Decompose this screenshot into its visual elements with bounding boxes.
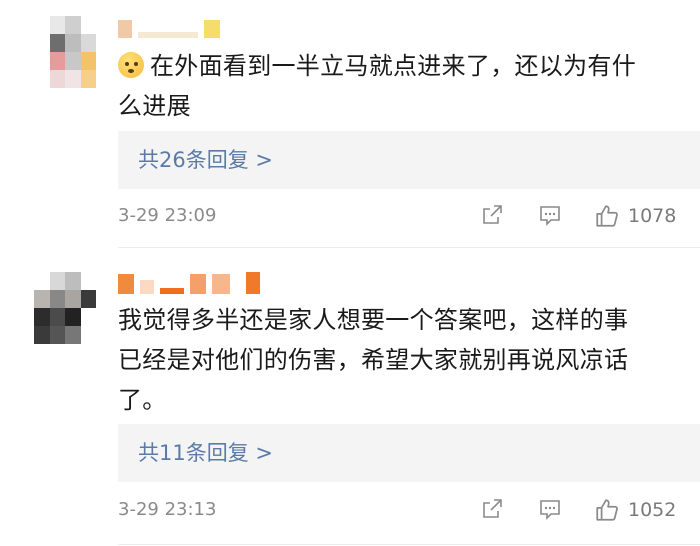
comment-icon [540, 500, 560, 520]
comment-item: 在外面看到一半立马就点进来了，还以为有什 么进展 共26条回复 > 3-29 2… [0, 0, 700, 248]
divider [118, 544, 700, 545]
thumbs-up-icon [596, 499, 618, 521]
comment-footer: 3-29 23:13 1052 [118, 497, 700, 527]
timestamp: 3-29 23:09 [118, 205, 217, 226]
comment-text-line: 我觉得多半还是家人想要一个答案吧，这样的事 [118, 306, 629, 334]
username-blurred[interactable] [118, 270, 260, 294]
comment-item: 我觉得多半还是家人想要一个答案吧，这样的事 已经是对他们的伤害，希望大家就别再说… [0, 248, 700, 546]
comment-text-line: 已经是对他们的伤害，希望大家就别再说风凉话 [118, 346, 629, 374]
comment-icon [540, 206, 560, 226]
comment-text: 我觉得多半还是家人想要一个答案吧，这样的事 已经是对他们的伤害，希望大家就别再说… [118, 300, 688, 420]
comment-button[interactable] [538, 497, 562, 521]
comment-button[interactable] [538, 203, 562, 227]
comment-footer: 3-29 23:09 1078 [118, 203, 700, 233]
comment-text-line: 在外面看到一半立马就点进来了，还以为有什 [150, 52, 636, 80]
share-button[interactable] [480, 203, 504, 227]
share-icon [483, 205, 502, 224]
face-without-mouth-emoji-icon [118, 52, 144, 78]
share-icon [483, 499, 502, 518]
avatar[interactable] [34, 16, 96, 88]
view-replies-button[interactable]: 共11条回复 > [118, 424, 700, 482]
thumbs-up-icon [596, 205, 618, 227]
like-button[interactable]: 1052 [594, 497, 676, 523]
username-blurred[interactable] [118, 14, 220, 38]
avatar[interactable] [34, 272, 96, 344]
like-count: 1052 [628, 499, 677, 521]
like-count: 1078 [628, 205, 677, 227]
comment-text-line: 么进展 [118, 92, 191, 120]
timestamp: 3-29 23:13 [118, 499, 217, 520]
comment-text: 在外面看到一半立马就点进来了，还以为有什 么进展 [118, 46, 688, 126]
like-button[interactable]: 1078 [594, 203, 676, 229]
share-button[interactable] [480, 497, 504, 521]
view-replies-button[interactable]: 共26条回复 > [118, 131, 700, 189]
comment-text-line: 了。 [118, 386, 167, 414]
